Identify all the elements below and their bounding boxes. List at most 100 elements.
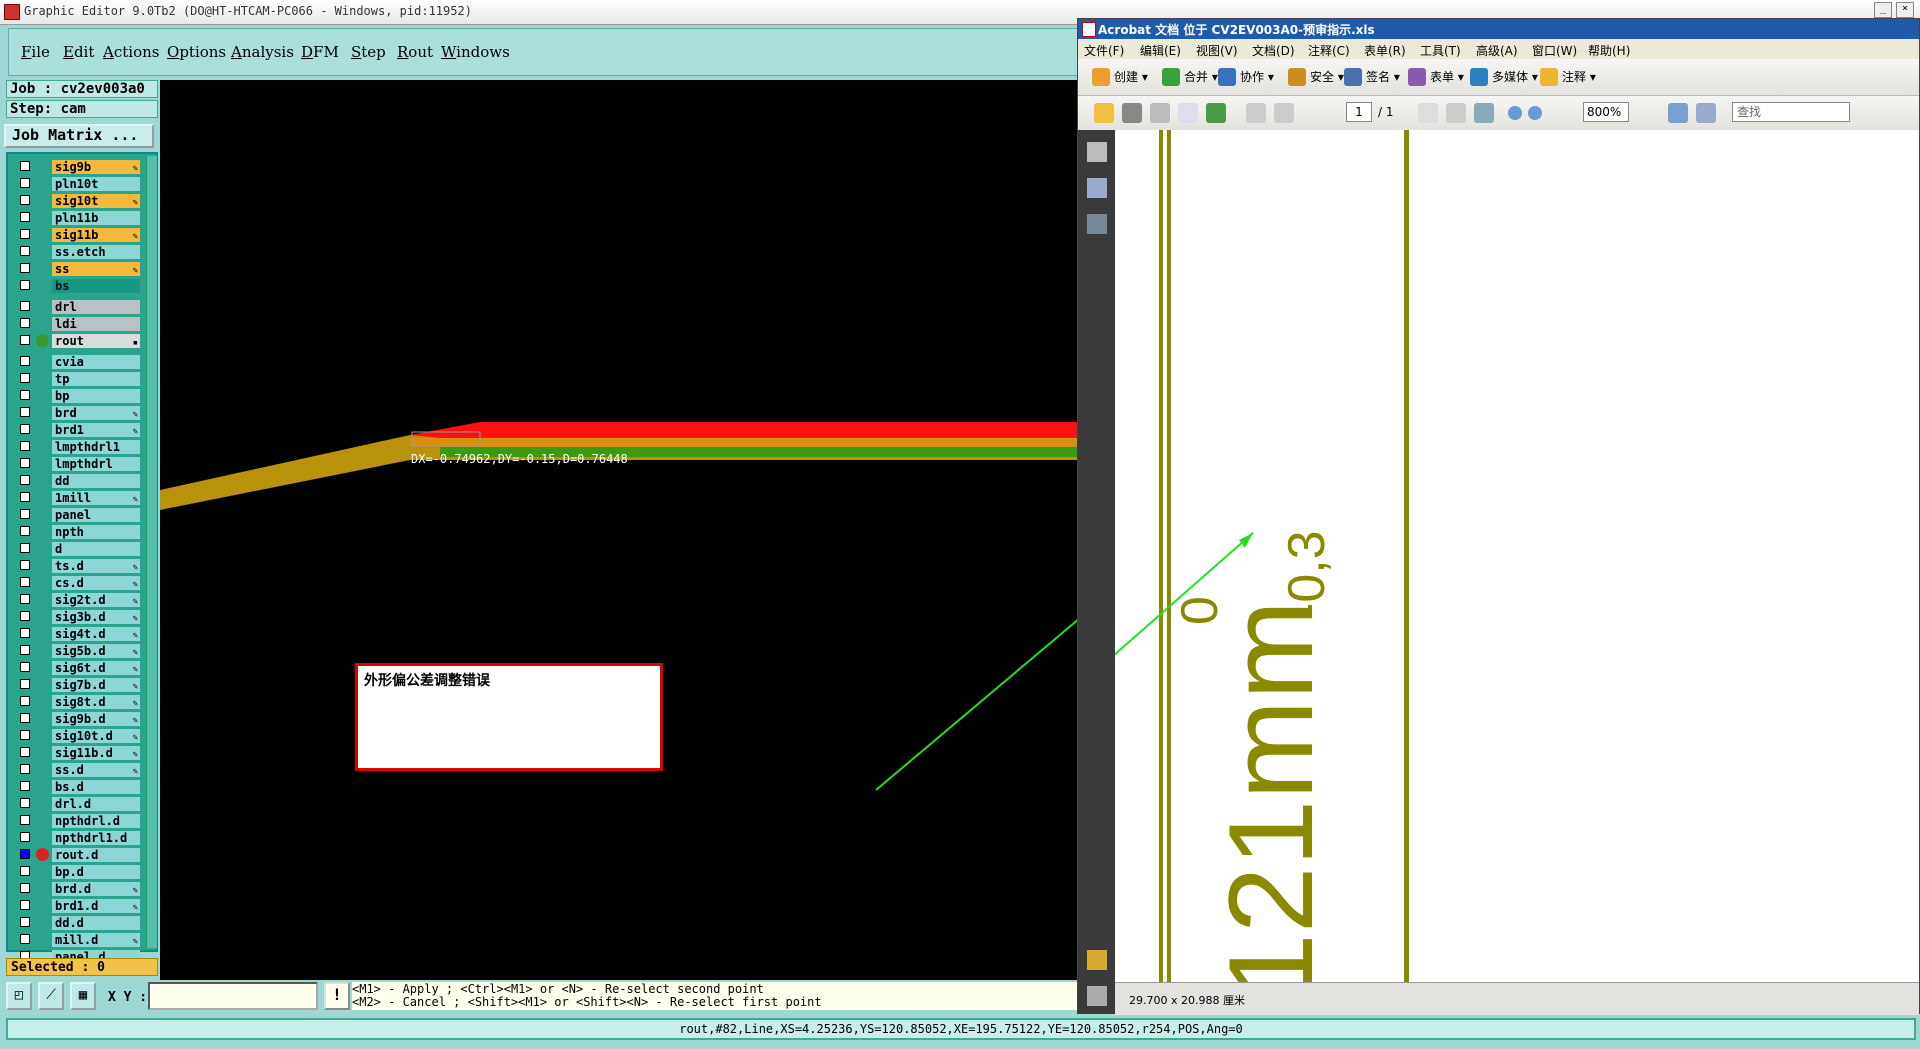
layer-name[interactable]: drl bbox=[52, 300, 140, 314]
graphic-canvas[interactable]: DX=-0.74962,DY=-0.15,D=0.76448 外形偏公差调整错误 bbox=[160, 80, 1080, 980]
layer-name[interactable]: sig3b.d ✎ bbox=[52, 610, 140, 624]
hand-tool-icon[interactable] bbox=[1446, 103, 1466, 123]
email-icon[interactable] bbox=[1178, 103, 1198, 123]
layer-row[interactable]: sig3b.d ✎ bbox=[14, 610, 140, 624]
layer-row[interactable]: brd1 ✎ bbox=[14, 423, 140, 437]
layer-checkbox[interactable] bbox=[20, 543, 30, 553]
layer-checkbox[interactable] bbox=[20, 475, 30, 485]
measure-tool-button[interactable]: ⟋ bbox=[38, 982, 64, 1010]
layer-name[interactable]: bp.d bbox=[52, 865, 140, 879]
layer-name[interactable]: sig5b.d ✎ bbox=[52, 644, 140, 658]
menu-actions[interactable]: Actions bbox=[103, 43, 159, 61]
alert-button[interactable]: ! bbox=[324, 982, 350, 1010]
layer-name[interactable]: cvia bbox=[52, 355, 140, 369]
layer-row[interactable]: sig11b.d ✎ bbox=[14, 746, 140, 760]
layer-name[interactable]: ss.d ✎ bbox=[52, 763, 140, 777]
grid-button[interactable]: ▦ bbox=[70, 982, 96, 1010]
layer-checkbox[interactable] bbox=[20, 679, 30, 689]
layer-name[interactable]: npth bbox=[52, 525, 140, 539]
layer-row[interactable]: mill.d ✎ bbox=[14, 933, 140, 947]
layer-checkbox[interactable] bbox=[20, 696, 30, 706]
layer-checkbox[interactable] bbox=[20, 628, 30, 638]
layer-name[interactable]: sig9b.d ✎ bbox=[52, 712, 140, 726]
bookmarks-icon[interactable] bbox=[1087, 178, 1107, 198]
layer-checkbox[interactable] bbox=[20, 356, 30, 366]
menu-analysis[interactable]: Analysis bbox=[231, 43, 294, 61]
minimize-button[interactable]: _ bbox=[1874, 2, 1892, 18]
layer-name[interactable]: brd1 ✎ bbox=[52, 423, 140, 437]
layer-row[interactable]: sig8t.d ✎ bbox=[14, 695, 140, 709]
layer-checkbox[interactable] bbox=[20, 526, 30, 536]
layer-row[interactable]: rout ▪ bbox=[14, 334, 140, 348]
menu-file[interactable]: File bbox=[21, 43, 50, 61]
attachments-icon[interactable] bbox=[1087, 986, 1107, 1006]
layer-row[interactable]: bs bbox=[14, 279, 140, 293]
save-icon[interactable] bbox=[1150, 103, 1170, 123]
acro-menu-help[interactable]: 帮助(H) bbox=[1588, 42, 1630, 59]
layer-checkbox[interactable] bbox=[20, 280, 30, 290]
layer-name[interactable]: ss.etch bbox=[52, 245, 140, 259]
toolbar-pen-button[interactable]: 签名 ▾ bbox=[1344, 67, 1400, 87]
layer-name[interactable]: rout.d bbox=[52, 848, 140, 862]
layer-row[interactable]: sig4t.d ✎ bbox=[14, 627, 140, 641]
layer-name[interactable]: mill.d ✎ bbox=[52, 933, 140, 947]
layer-row[interactable]: brd.d ✎ bbox=[14, 882, 140, 896]
acro-menu-document[interactable]: 文档(D) bbox=[1252, 42, 1295, 59]
layer-checkbox[interactable] bbox=[20, 301, 30, 311]
layer-row[interactable]: sig2t.d ✎ bbox=[14, 593, 140, 607]
layer-name[interactable]: npthdrl.d bbox=[52, 814, 140, 828]
layer-row[interactable]: drl bbox=[14, 300, 140, 314]
layer-checkbox[interactable] bbox=[20, 645, 30, 655]
layer-checkbox[interactable] bbox=[20, 509, 30, 519]
layer-checkbox[interactable] bbox=[20, 318, 30, 328]
layer-checkbox[interactable] bbox=[20, 900, 30, 910]
layer-row[interactable]: bp.d bbox=[14, 865, 140, 879]
layer-name[interactable]: lmpthdrl bbox=[52, 457, 140, 471]
layer-name[interactable]: sig4t.d ✎ bbox=[52, 627, 140, 641]
layer-row[interactable]: sig9b.d ✎ bbox=[14, 712, 140, 726]
fit-width-icon[interactable] bbox=[1668, 103, 1688, 123]
layer-row[interactable]: drl.d bbox=[14, 797, 140, 811]
layer-checkbox[interactable] bbox=[20, 246, 30, 256]
layer-checkbox[interactable] bbox=[20, 560, 30, 570]
comments-icon[interactable] bbox=[1087, 950, 1107, 970]
print-icon[interactable] bbox=[1122, 103, 1142, 123]
layer-row[interactable]: sig5b.d ✎ bbox=[14, 644, 140, 658]
layer-checkbox[interactable] bbox=[20, 407, 30, 417]
layer-row[interactable]: dd.d bbox=[14, 916, 140, 930]
acro-menu-tools[interactable]: 工具(T) bbox=[1420, 42, 1461, 59]
layer-name[interactable]: pln11b bbox=[52, 211, 140, 225]
layer-row[interactable]: pln10t bbox=[14, 177, 140, 191]
layer-checkbox[interactable] bbox=[20, 781, 30, 791]
layer-checkbox[interactable] bbox=[20, 934, 30, 944]
layer-checkbox[interactable] bbox=[20, 764, 30, 774]
find-input[interactable]: 查找 bbox=[1732, 102, 1850, 122]
layer-name[interactable]: npthdrl1.d bbox=[52, 831, 140, 845]
layer-row[interactable]: npth bbox=[14, 525, 140, 539]
layer-row[interactable]: sig10t.d ✎ bbox=[14, 729, 140, 743]
layer-row[interactable]: npthdrl.d bbox=[14, 814, 140, 828]
acro-menu-advanced[interactable]: 高级(A) bbox=[1476, 42, 1518, 59]
menu-rout[interactable]: Rout bbox=[397, 43, 433, 61]
layer-checkbox[interactable] bbox=[20, 492, 30, 502]
layer-checkbox[interactable] bbox=[20, 883, 30, 893]
layer-checkbox[interactable] bbox=[20, 815, 30, 825]
layer-checkbox[interactable] bbox=[20, 611, 30, 621]
zoom-level-input[interactable]: 800% bbox=[1583, 102, 1629, 122]
layer-row[interactable]: sig9b ✎ bbox=[14, 160, 140, 174]
layer-row[interactable]: cvia bbox=[14, 355, 140, 369]
signatures-icon[interactable] bbox=[1087, 214, 1107, 234]
layer-checkbox[interactable] bbox=[20, 798, 30, 808]
toolbar-comment-button[interactable]: 注释 ▾ bbox=[1540, 67, 1596, 87]
layer-checkbox[interactable] bbox=[20, 373, 30, 383]
menu-edit[interactable]: Edit bbox=[63, 43, 94, 61]
layer-checkbox[interactable] bbox=[20, 424, 30, 434]
layer-row[interactable]: panel bbox=[14, 508, 140, 522]
layer-name[interactable]: panel bbox=[52, 508, 140, 522]
layer-row[interactable]: ss.d ✎ bbox=[14, 763, 140, 777]
menu-options[interactable]: Options bbox=[167, 43, 226, 61]
layer-row[interactable]: brd ✎ bbox=[14, 406, 140, 420]
layer-checkbox[interactable] bbox=[20, 730, 30, 740]
layer-row[interactable]: sig6t.d ✎ bbox=[14, 661, 140, 675]
menu-windows[interactable]: Windows bbox=[441, 43, 510, 61]
